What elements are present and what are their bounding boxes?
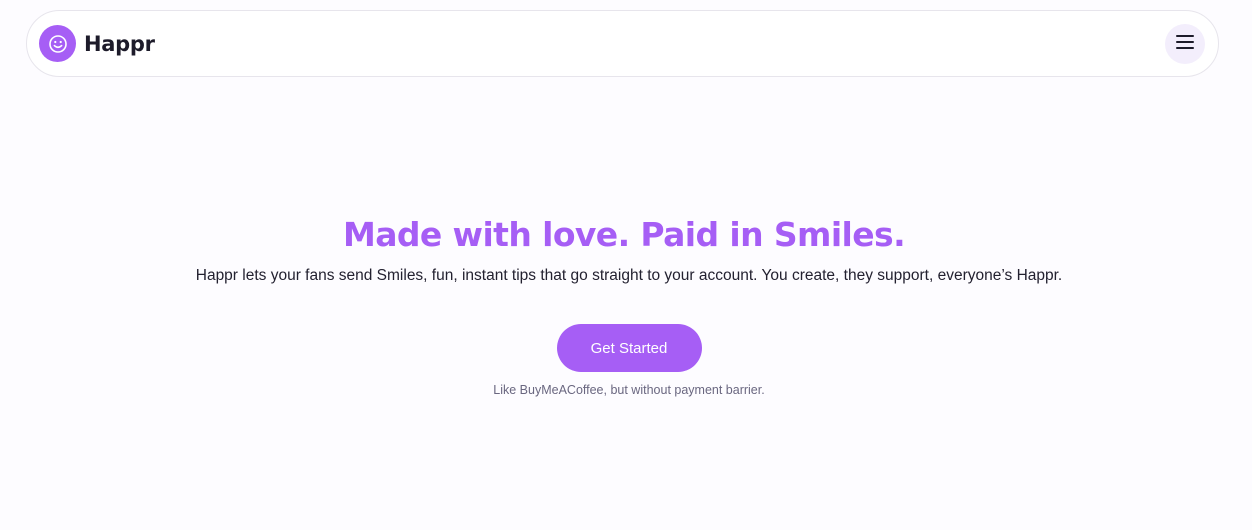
hamburger-menu-icon [1175,34,1195,53]
get-started-button[interactable]: Get Started [556,324,702,372]
hero-footnote: Like BuyMeACoffee, but without payment b… [493,383,765,397]
hero-title: Made with love. Paid in Smiles. [342,215,906,254]
brand-name: Happr [84,31,155,56]
smiley-icon [39,25,76,62]
hero-subtitle: Happr lets your fans send Smiles, fun, i… [195,267,1063,284]
top-navbar: Happr [26,10,1219,77]
menu-button[interactable] [1165,23,1205,64]
brand-link[interactable]: Happr [39,25,155,62]
hero-section: Made with love. Paid in Smiles. Happr le… [0,210,1252,397]
